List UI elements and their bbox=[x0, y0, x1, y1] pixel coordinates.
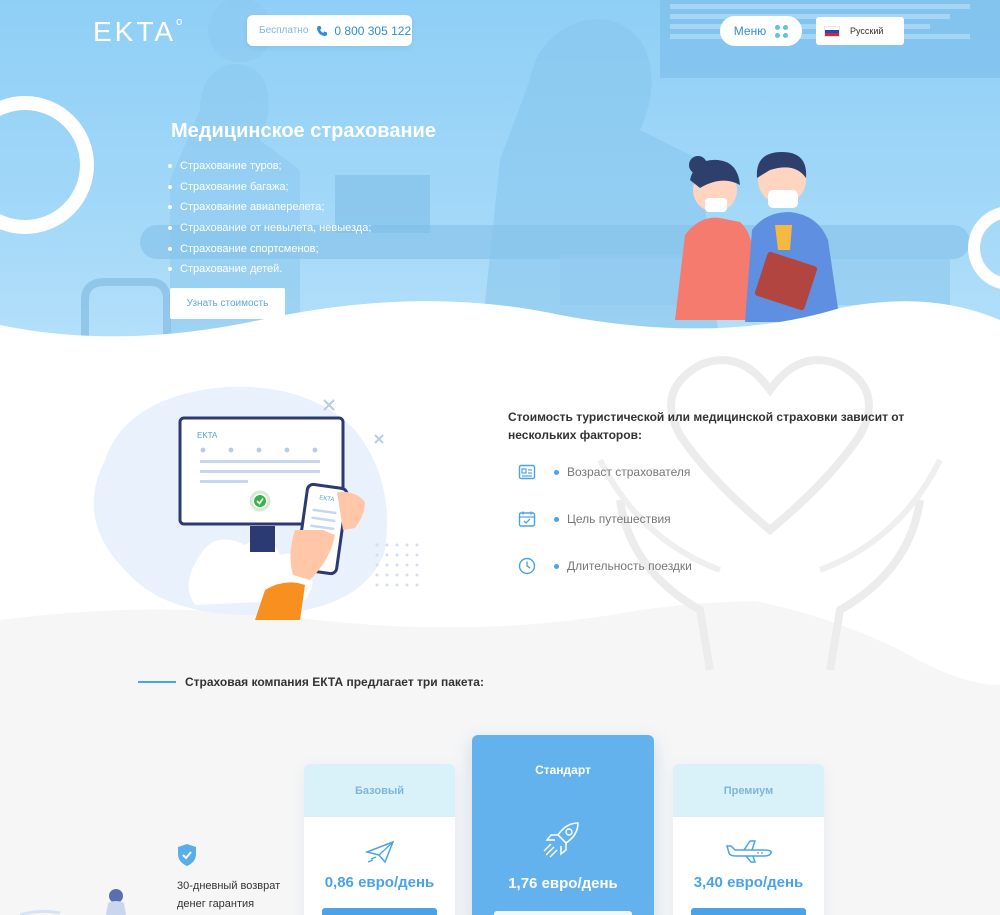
package-price: 1,76 евро/день bbox=[508, 875, 618, 892]
hero-list-item: Страхование авиаперелета; bbox=[168, 197, 371, 218]
factor-item: Длительность поездки bbox=[518, 557, 692, 575]
hero-list-item: Страхование багажа; bbox=[168, 177, 371, 198]
computer-phone-illustration: EKTA EKTA bbox=[93, 386, 419, 620]
language-label: Русский bbox=[850, 26, 884, 36]
paper-plane-icon bbox=[364, 840, 394, 864]
phone-number: 0 800 305 122 bbox=[334, 23, 412, 38]
hero-list-item: Страхование туров; bbox=[168, 156, 371, 177]
package-price: 3,40 евро/день bbox=[693, 874, 804, 891]
heading-accent-line bbox=[138, 681, 176, 683]
hero-list-item: Страхование от невылета, невыезда; bbox=[168, 218, 371, 239]
logo-mark: o bbox=[176, 15, 183, 28]
package-select-button[interactable] bbox=[494, 911, 632, 915]
monitor-logo: EKTA bbox=[197, 431, 218, 440]
hero-list-item: Страхование детей. bbox=[168, 259, 371, 280]
clock-icon bbox=[518, 557, 536, 575]
phone-free-label: Бесплатно bbox=[259, 25, 309, 36]
shield-check-icon bbox=[178, 844, 196, 866]
package-select-button[interactable] bbox=[691, 908, 806, 915]
factor-label: Цель путешествия bbox=[567, 512, 671, 526]
menu-button[interactable]: Меню bbox=[720, 16, 802, 46]
package-card-premium[interactable]: Премиум 3,40 евро/день bbox=[673, 764, 824, 915]
factor-bullet bbox=[554, 516, 559, 522]
rocket-icon bbox=[543, 822, 579, 858]
packages-heading-text: Страховая компания ЕКТА предлагает три п… bbox=[185, 675, 484, 689]
package-name: Базовый bbox=[304, 764, 455, 817]
hero-list-item: Страхование спортсменов; bbox=[168, 239, 371, 260]
hero-service-list: Страхование туров; Страхование багажа; С… bbox=[168, 156, 371, 280]
phone-contact-pill[interactable]: Бесплатно 0 800 305 122 bbox=[247, 15, 412, 46]
money-back-guarantee: 30-дневный возврат денег гарантия bbox=[177, 880, 281, 910]
factor-item: Возраст страхователя bbox=[518, 463, 690, 481]
package-card-standard[interactable]: Стандарт 1,76 евро/день bbox=[472, 735, 654, 915]
package-price: 0,86 евро/день bbox=[324, 874, 435, 891]
id-card-icon bbox=[518, 464, 536, 480]
package-name: Премиум bbox=[673, 764, 824, 817]
menu-dots-icon bbox=[775, 24, 789, 38]
russian-flag-icon bbox=[824, 25, 840, 37]
factor-bullet bbox=[554, 469, 559, 475]
calendar-check-icon bbox=[518, 511, 536, 527]
factors-title: Стоимость туристической или медицинской … bbox=[508, 410, 905, 442]
ekta-logo[interactable]: EKTAo bbox=[93, 16, 182, 48]
language-selector[interactable]: Русский bbox=[816, 17, 904, 45]
packages-heading: Страховая компания ЕКТА предлагает три п… bbox=[138, 675, 484, 689]
factor-item: Цель путешествия bbox=[518, 510, 671, 528]
hero-title: Медицинское страхование bbox=[171, 120, 436, 142]
logo-text: EKTA bbox=[93, 16, 177, 47]
airplane-icon bbox=[725, 840, 772, 863]
factor-bullet bbox=[554, 563, 559, 569]
factor-label: Возраст страхователя bbox=[567, 465, 691, 479]
menu-label: Меню bbox=[733, 24, 767, 38]
package-select-button[interactable] bbox=[322, 908, 437, 915]
phone-icon bbox=[317, 25, 328, 36]
factor-label: Длительность поездки bbox=[567, 559, 692, 573]
package-card-basic[interactable]: Базовый 0,86 евро/день bbox=[304, 764, 455, 915]
person-illustration bbox=[20, 889, 126, 915]
package-name: Стандарт bbox=[535, 763, 591, 777]
